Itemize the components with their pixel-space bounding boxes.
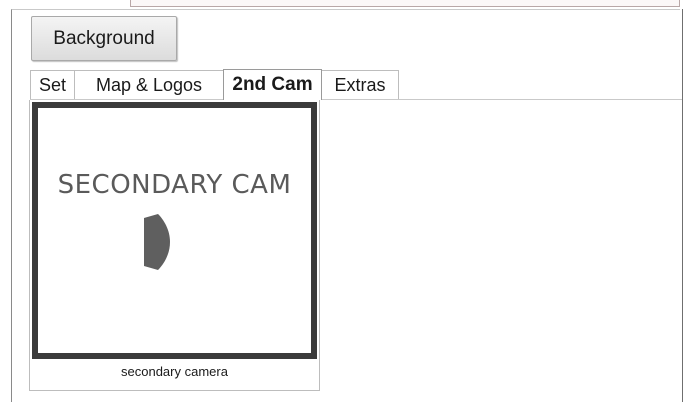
tab-2nd-cam[interactable]: 2nd Cam xyxy=(223,69,322,100)
camera-caption: secondary camera xyxy=(121,364,228,379)
panel-stage: Background Set Map & Logos 2nd Cam Extra… xyxy=(0,0,690,402)
thumbnail-title: SECONDARY CAM xyxy=(57,170,292,200)
top-text-field[interactable] xyxy=(130,0,680,7)
panel-right-divider xyxy=(682,9,683,402)
tab-map-logos[interactable]: Map & Logos xyxy=(74,70,224,100)
tab-set[interactable]: Set xyxy=(30,70,75,100)
tab-extras[interactable]: Extras xyxy=(321,70,399,100)
secondary-camera-card[interactable]: SECONDARY CAM secondary camera xyxy=(29,100,320,391)
camera-thumbnail: SECONDARY CAM xyxy=(32,102,317,359)
background-button[interactable]: Background xyxy=(31,16,177,61)
camera-play-icon xyxy=(144,214,170,270)
tab-bar: Set Map & Logos 2nd Cam Extras xyxy=(30,69,399,100)
